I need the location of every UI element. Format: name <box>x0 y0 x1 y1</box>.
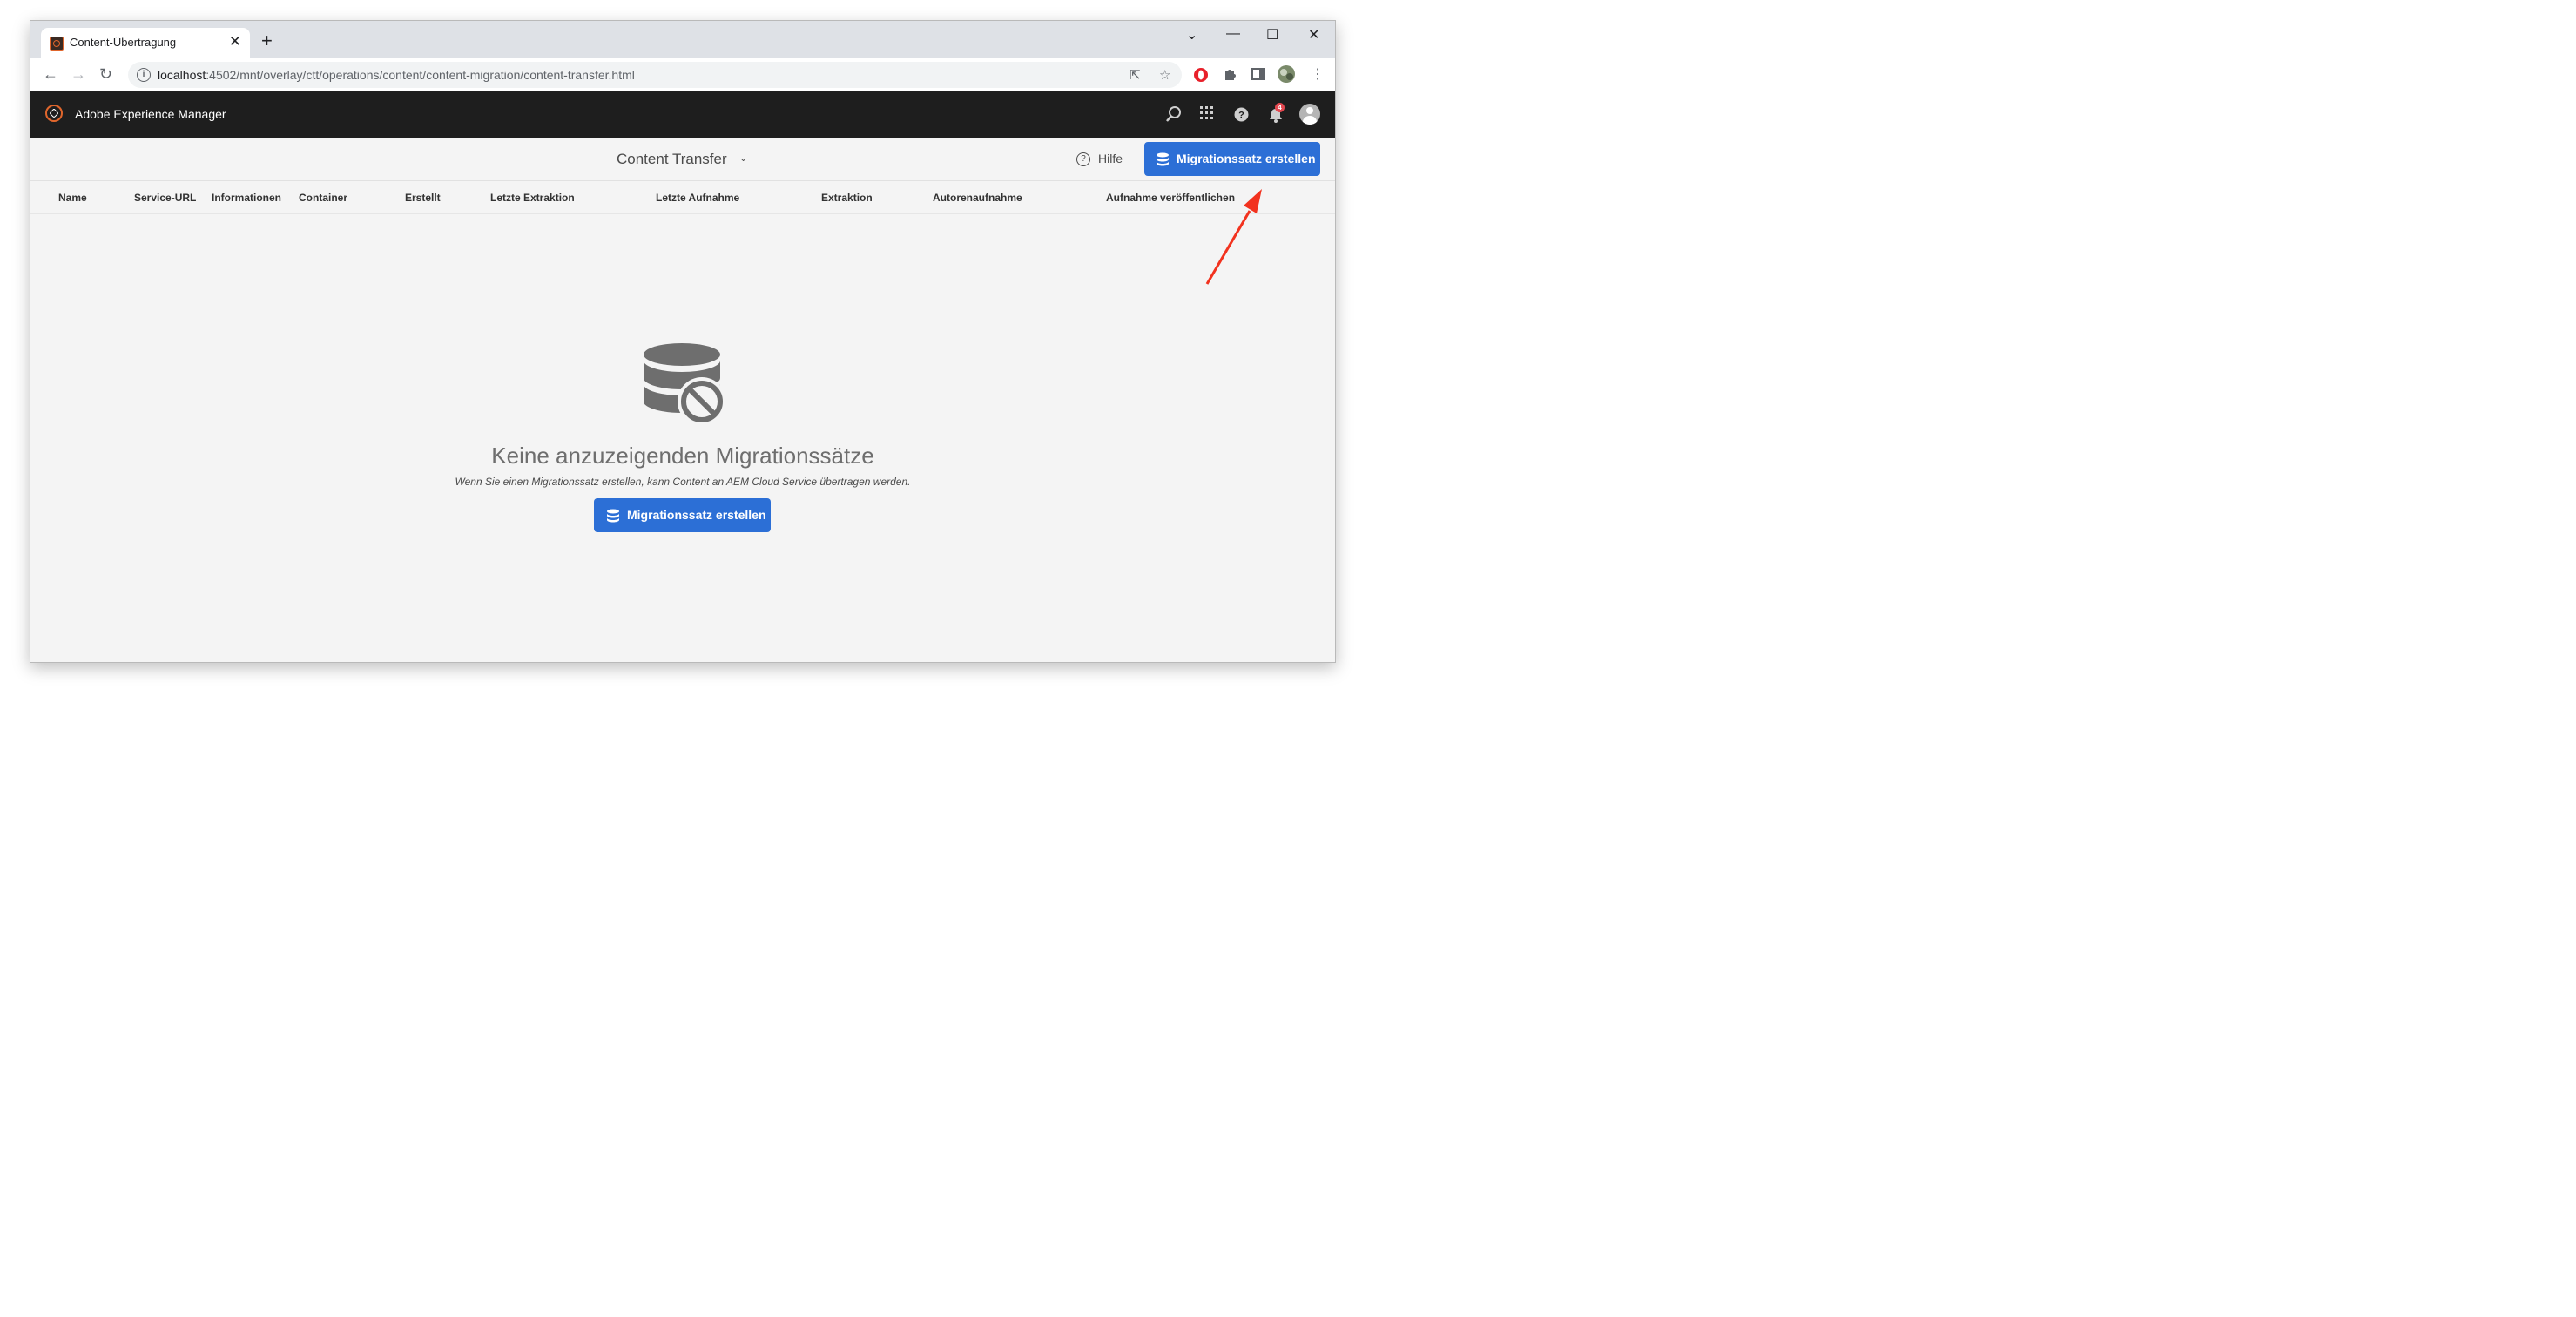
extensions-puzzle-icon[interactable] <box>1223 67 1237 81</box>
database-icon <box>607 509 619 523</box>
action-bar: Content Transfer ⌄ ? Hilfe Migrationssat… <box>30 138 1335 181</box>
maximize-button[interactable]: ☐ <box>1266 26 1278 44</box>
table-header: Name Service-URL Informationen Container… <box>30 181 1335 214</box>
share-icon[interactable]: ⇱ <box>1130 67 1141 83</box>
back-arrow-icon[interactable]: ← <box>43 65 58 83</box>
close-window-button[interactable]: ✕ <box>1308 26 1319 44</box>
database-unavailable-icon <box>644 343 726 426</box>
browser-menu-icon[interactable]: ⋮ <box>1311 66 1325 84</box>
browser-window: Content-Übertragung ✕ + ⌄ — ☐ ✕ ← → ↻ i … <box>30 20 1336 663</box>
help-label: Hilfe <box>1098 152 1123 165</box>
browser-tab[interactable]: Content-Übertragung ✕ <box>41 28 250 58</box>
aem-global-header: Adobe Experience Manager ? 4 <box>30 91 1335 138</box>
notification-count-badge: 4 <box>1275 103 1285 112</box>
column-header-informationen[interactable]: Informationen <box>212 192 281 204</box>
column-header-name[interactable]: Name <box>58 192 87 204</box>
column-header-aufnahme-veroeffentlichen[interactable]: Aufnahme veröffentlichen <box>1106 192 1235 204</box>
side-panel-icon[interactable] <box>1251 67 1265 81</box>
bookmark-star-icon[interactable]: ☆ <box>1159 67 1170 83</box>
column-header-autorenaufnahme[interactable]: Autorenaufnahme <box>933 192 1022 204</box>
column-header-erstellt[interactable]: Erstellt <box>405 192 441 204</box>
reload-icon[interactable]: ↻ <box>99 65 112 83</box>
user-avatar[interactable] <box>1299 104 1320 125</box>
create-migration-set-label: Migrationssatz erstellen <box>627 508 766 522</box>
help-question-icon: ? <box>1076 152 1090 166</box>
tab-strip: Content-Übertragung ✕ + ⌄ — ☐ ✕ <box>30 21 1335 58</box>
forward-arrow-icon[interactable]: → <box>71 65 86 83</box>
url-text[interactable]: localhost:4502/mnt/overlay/ctt/operation… <box>158 68 635 82</box>
minimize-button[interactable]: — <box>1226 26 1240 42</box>
aem-favicon-icon <box>50 37 64 51</box>
site-info-icon[interactable]: i <box>137 68 151 82</box>
column-header-service-url[interactable]: Service-URL <box>134 192 196 204</box>
browser-toolbar: ← → ↻ i localhost:4502/mnt/overlay/ctt/o… <box>30 58 1335 92</box>
apps-grid-icon[interactable] <box>1199 105 1215 121</box>
column-header-letzte-aufnahme[interactable]: Letzte Aufnahme <box>656 192 739 204</box>
column-header-container[interactable]: Container <box>299 192 347 204</box>
address-bar[interactable]: i localhost:4502/mnt/overlay/ctt/operati… <box>128 62 1182 88</box>
help-circle-icon[interactable]: ? <box>1234 107 1249 122</box>
empty-state-subtitle: Wenn Sie einen Migrationssatz erstellen,… <box>455 476 911 488</box>
chevron-down-icon[interactable]: ⌄ <box>739 152 747 164</box>
empty-state-title: Keine anzuzeigenden Migrationssätze <box>491 442 874 469</box>
tab-search-icon[interactable]: ⌄ <box>1186 26 1197 44</box>
product-name[interactable]: Adobe Experience Manager <box>75 107 226 121</box>
opera-extension-icon[interactable] <box>1193 67 1209 83</box>
column-header-letzte-extraktion[interactable]: Letzte Extraktion <box>490 192 575 204</box>
page-title[interactable]: Content Transfer <box>617 151 727 168</box>
column-header-extraktion[interactable]: Extraktion <box>821 192 873 204</box>
create-migration-set-button-center[interactable]: Migrationssatz erstellen <box>594 498 771 532</box>
tab-close-icon[interactable]: ✕ <box>229 33 241 51</box>
tab-title: Content-Übertragung <box>70 36 177 49</box>
profile-avatar-icon[interactable] <box>1277 64 1296 84</box>
aem-logo-icon[interactable] <box>45 105 63 122</box>
create-migration-set-button-top[interactable]: Migrationssatz erstellen <box>1144 142 1320 176</box>
create-migration-set-label: Migrationssatz erstellen <box>1177 152 1316 165</box>
new-tab-button[interactable]: + <box>261 31 273 51</box>
database-icon <box>1157 152 1169 166</box>
search-icon[interactable] <box>1165 105 1183 123</box>
svg-text:?: ? <box>1238 111 1244 121</box>
